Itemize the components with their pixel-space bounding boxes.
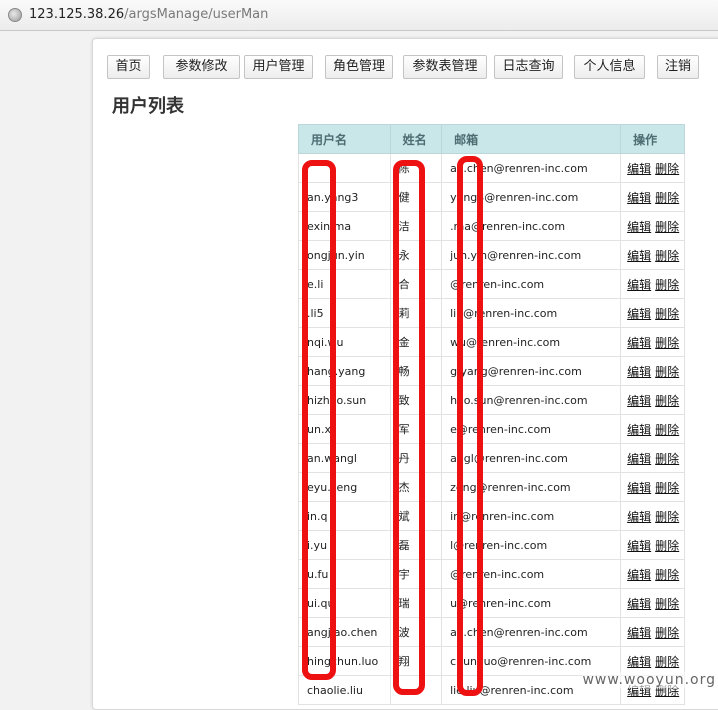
- edit-link[interactable]: 编辑: [627, 162, 651, 176]
- edit-link[interactable]: 编辑: [627, 597, 651, 611]
- delete-link[interactable]: 删除: [655, 365, 679, 379]
- nav-home-button[interactable]: 首页: [107, 55, 150, 79]
- column-header-email: 邮箱: [441, 124, 622, 154]
- cell-actions: 编辑 删除: [620, 443, 685, 473]
- nav-role-manage-button[interactable]: 角色管理: [325, 55, 393, 79]
- cell-actions: 编辑 删除: [620, 472, 685, 502]
- delete-link[interactable]: 删除: [655, 220, 679, 234]
- table-row: eyu.zeng 杰 zeng@renren-inc.com 编辑 删除: [298, 472, 685, 502]
- nav-log-query-button[interactable]: 日志查询: [494, 55, 563, 79]
- delete-link[interactable]: 删除: [655, 626, 679, 640]
- edit-link[interactable]: 编辑: [627, 655, 651, 669]
- nav-param-table-button[interactable]: 参数表管理: [403, 55, 487, 79]
- delete-link[interactable]: 删除: [655, 423, 679, 437]
- delete-link[interactable]: 删除: [655, 394, 679, 408]
- url-text[interactable]: 123.125.38.26/argsManage/userMan: [29, 7, 268, 22]
- edit-link[interactable]: 编辑: [627, 423, 651, 437]
- edit-link[interactable]: 编辑: [627, 336, 651, 350]
- watermark: www.wooyun.org: [582, 672, 716, 688]
- table-header-row: 用户名 姓名 邮箱 操作: [298, 124, 685, 154]
- cell-actions: 编辑 删除: [620, 240, 685, 270]
- column-header-username: 用户名: [298, 124, 391, 154]
- edit-link[interactable]: 编辑: [627, 278, 651, 292]
- delete-link[interactable]: 删除: [655, 539, 679, 553]
- edit-link[interactable]: 编辑: [627, 394, 651, 408]
- table-row: un.x 军 e@renren-inc.com 编辑 删除: [298, 414, 685, 444]
- cell-actions: 编辑 删除: [620, 211, 685, 241]
- edit-link[interactable]: 编辑: [627, 249, 651, 263]
- redaction-mark-username: [302, 160, 336, 680]
- nav-user-manage-button[interactable]: 用户管理: [244, 55, 313, 79]
- edit-link[interactable]: 编辑: [627, 626, 651, 640]
- cell-actions: 编辑 删除: [620, 385, 685, 415]
- edit-link[interactable]: 编辑: [627, 510, 651, 524]
- delete-link[interactable]: 删除: [655, 249, 679, 263]
- table-row: angjiao.chen 波 ao.chen@renren-inc.com 编辑 删除: [298, 617, 685, 647]
- table-row: 陈 ao.chen@renren-inc.com 编辑 删除: [298, 153, 685, 183]
- table-row: in.q 斌 in@renren-inc.com 编辑 删除: [298, 501, 685, 531]
- delete-link[interactable]: 删除: [655, 568, 679, 582]
- table-row: .li5 莉 li5@renren-inc.com 编辑 删除: [298, 298, 685, 328]
- delete-link[interactable]: 删除: [655, 452, 679, 466]
- edit-link[interactable]: 编辑: [627, 452, 651, 466]
- url-path: /argsManage/userMan: [124, 7, 269, 22]
- user-table: 用户名 姓名 邮箱 操作 陈 ao.chen@renren-inc.com 编辑 删除…: [298, 124, 685, 705]
- cell-actions: 编辑 删除: [620, 269, 685, 299]
- table-row: an.wangl 丹 angl@renren-inc.com 编辑 删除: [298, 443, 685, 473]
- delete-link[interactable]: 删除: [655, 336, 679, 350]
- edit-link[interactable]: 编辑: [627, 365, 651, 379]
- url-host: 123.125.38.26: [29, 7, 125, 22]
- redaction-mark-name: [393, 160, 425, 695]
- table-row: hizhao.sun 致 hao.sun@renren-inc.com 编辑 删除: [298, 385, 685, 415]
- table-row: ui.qu 瑞 u@renren-inc.com 编辑 删除: [298, 588, 685, 618]
- cell-actions: 编辑 删除: [620, 414, 685, 444]
- page-title: 用户列表: [112, 96, 184, 117]
- nav-logout-button[interactable]: 注销: [657, 55, 699, 79]
- delete-link[interactable]: 删除: [655, 655, 679, 669]
- delete-link[interactable]: 删除: [655, 597, 679, 611]
- delete-link[interactable]: 删除: [655, 162, 679, 176]
- cell-actions: 编辑 删除: [620, 559, 685, 589]
- delete-link[interactable]: 删除: [655, 481, 679, 495]
- nav-param-edit-button[interactable]: 参数修改: [163, 55, 240, 79]
- edit-link[interactable]: 编辑: [627, 307, 651, 321]
- cell-actions: 编辑 删除: [620, 182, 685, 212]
- cell-actions: 编辑 删除: [620, 356, 685, 386]
- edit-link[interactable]: 编辑: [627, 220, 651, 234]
- table-row: an.yang3 健 yang3@renren-inc.com 编辑 删除: [298, 182, 685, 212]
- delete-link[interactable]: 删除: [655, 510, 679, 524]
- table-row: hang.yang 畅 g.yang@renren-inc.com 编辑 删除: [298, 356, 685, 386]
- cell-actions: 编辑 删除: [620, 530, 685, 560]
- cell-actions: 编辑 删除: [620, 298, 685, 328]
- edit-link[interactable]: 编辑: [627, 539, 651, 553]
- table-row: u.fu 宇 @renren-inc.com 编辑 删除: [298, 559, 685, 589]
- delete-link[interactable]: 删除: [655, 191, 679, 205]
- column-header-actions: 操作: [620, 124, 685, 154]
- cell-actions: 编辑 删除: [620, 617, 685, 647]
- cell-actions: 编辑 删除: [620, 327, 685, 357]
- table-row: nqi.wu 金 wu@renren-inc.com 编辑 删除: [298, 327, 685, 357]
- globe-icon: [8, 8, 22, 22]
- table-row: ongjun.yin 永 jun.yin@renren-inc.com 编辑 删除: [298, 240, 685, 270]
- cell-actions: 编辑 删除: [620, 501, 685, 531]
- edit-link[interactable]: 编辑: [627, 481, 651, 495]
- cell-actions: 编辑 删除: [620, 153, 685, 183]
- table-row: i.yu 磊 l@renren-inc.com 编辑 删除: [298, 530, 685, 560]
- delete-link[interactable]: 删除: [655, 278, 679, 292]
- cell-actions: 编辑 删除: [620, 588, 685, 618]
- delete-link[interactable]: 删除: [655, 307, 679, 321]
- user-table-body: 陈 ao.chen@renren-inc.com 编辑 删除 an.yang3 健 yang…: [298, 153, 685, 705]
- column-header-name: 姓名: [389, 124, 443, 154]
- table-row: exin.ma 洁 .ma@renren-inc.com 编辑 删除: [298, 211, 685, 241]
- address-bar[interactable]: 123.125.38.26/argsManage/userMan: [0, 0, 718, 31]
- nav-profile-button[interactable]: 个人信息: [574, 55, 645, 79]
- edit-link[interactable]: 编辑: [627, 568, 651, 582]
- redaction-mark-email: [457, 156, 483, 696]
- edit-link[interactable]: 编辑: [627, 191, 651, 205]
- table-row: e.li 合 @renren-inc.com 编辑 删除: [298, 269, 685, 299]
